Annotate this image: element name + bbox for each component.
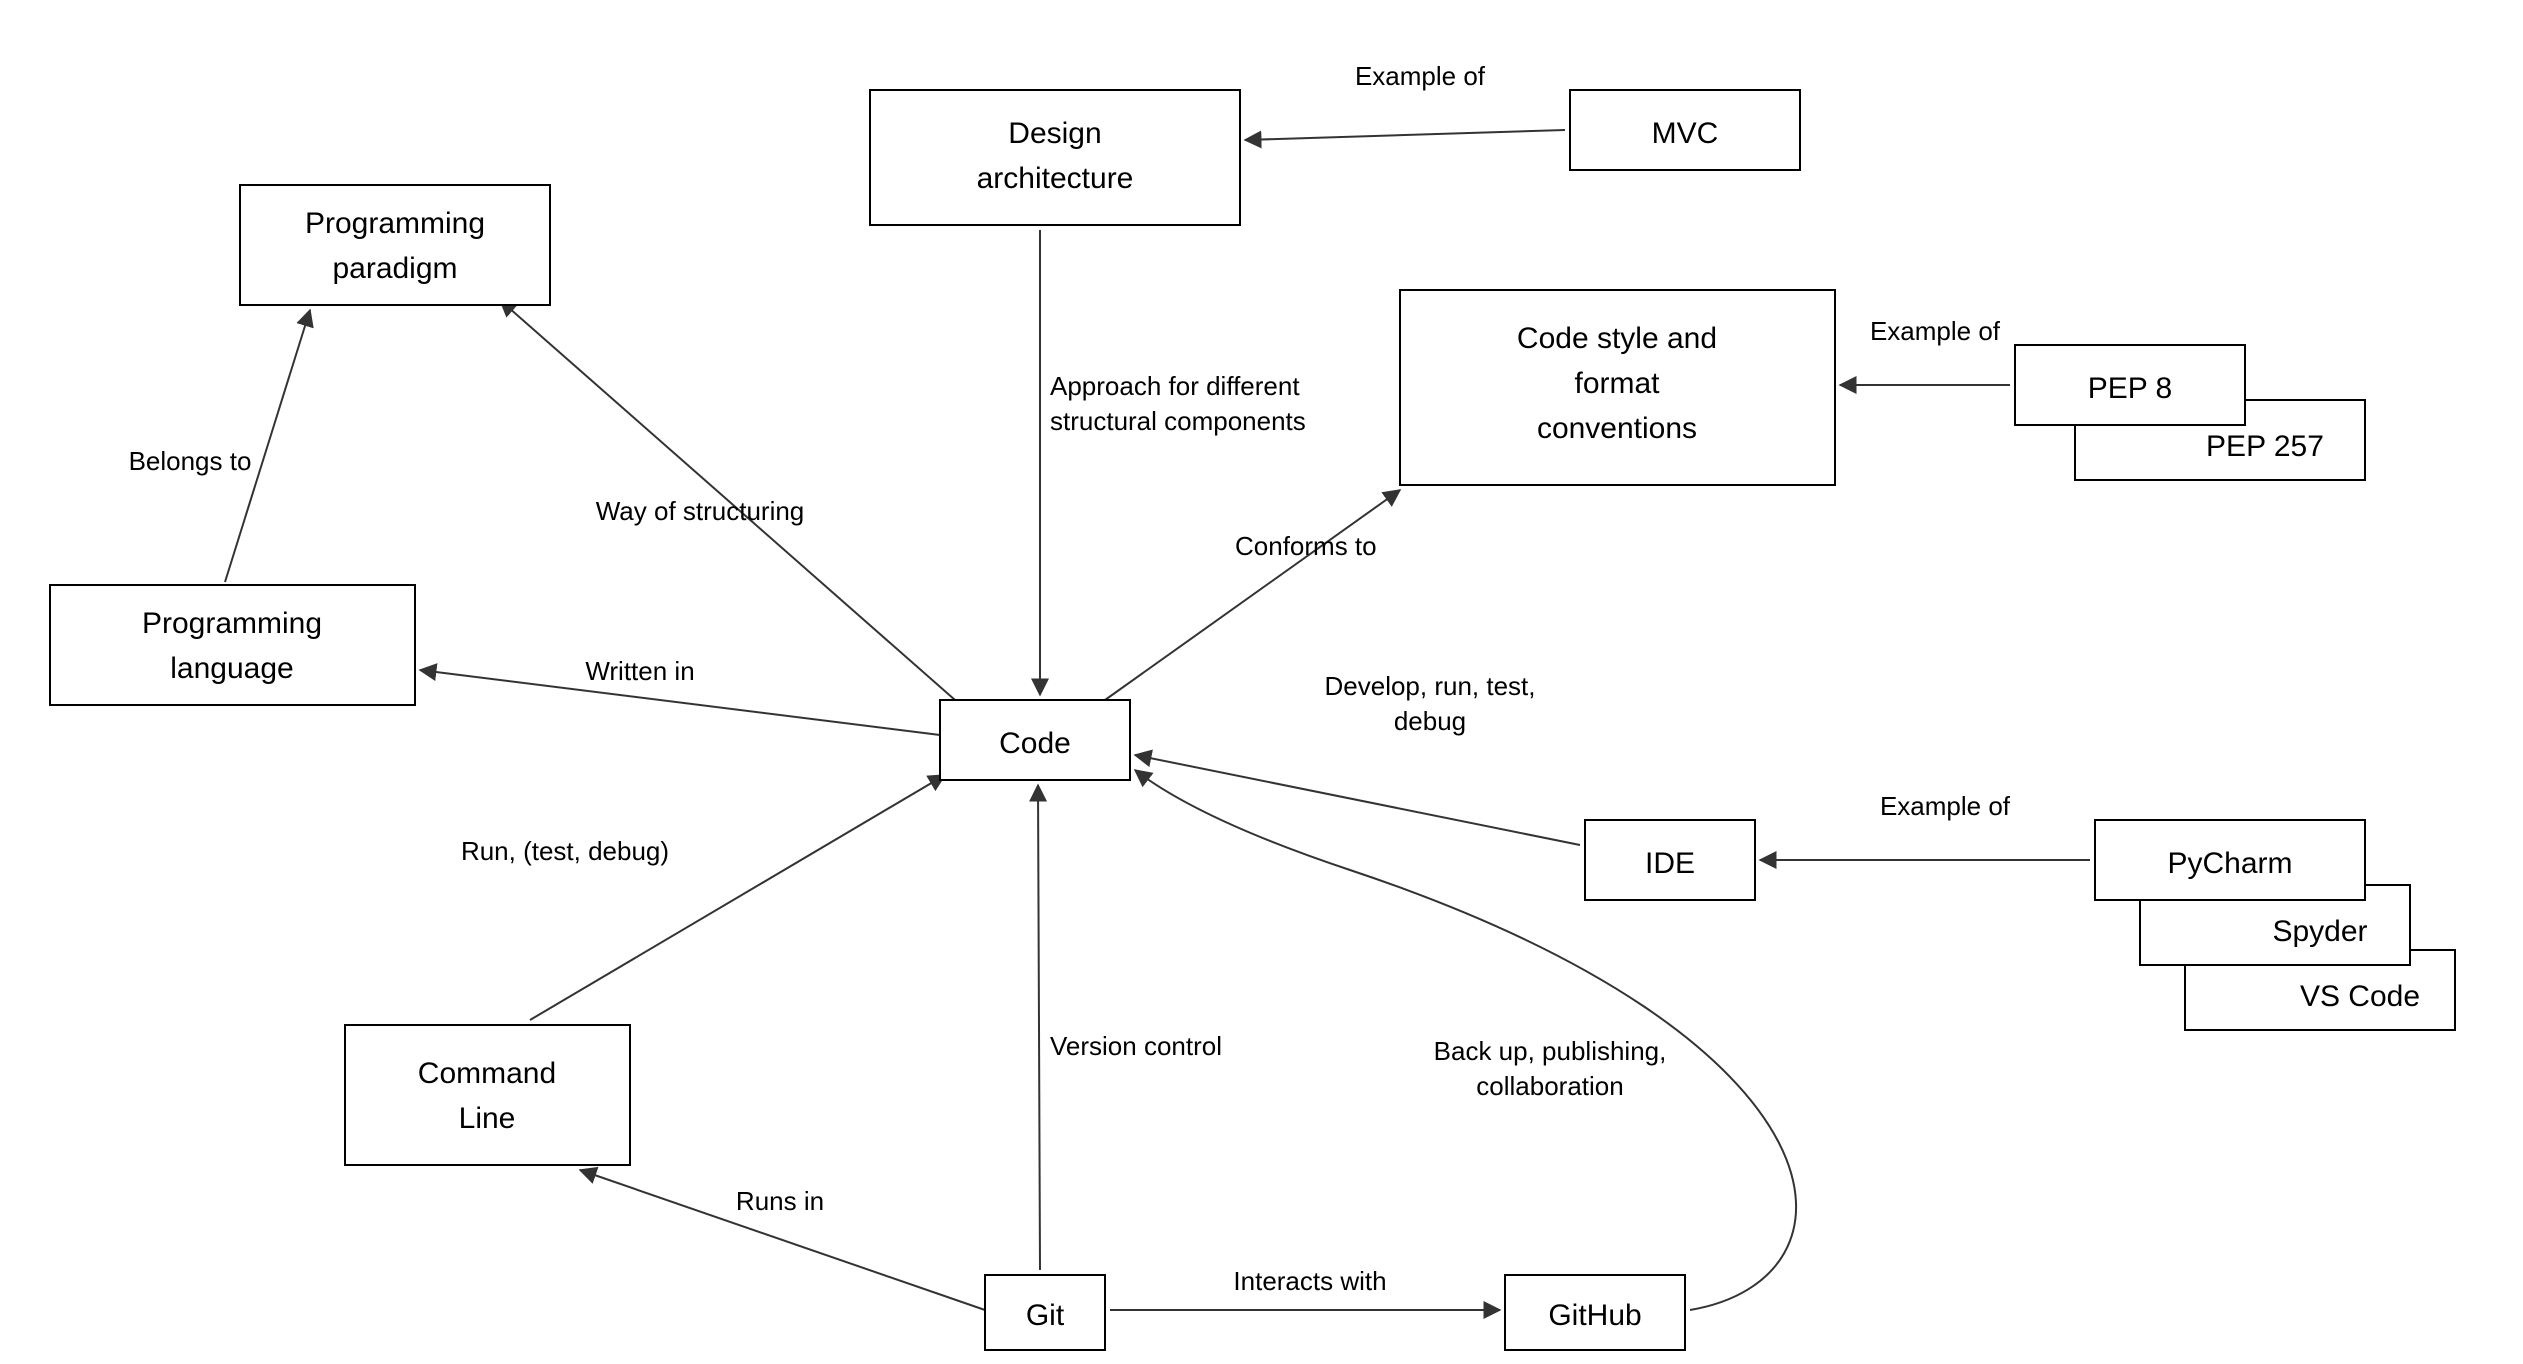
edge-interacts-with-label: Interacts with bbox=[1233, 1266, 1386, 1296]
edge-develop-label-1: Develop, run, test, bbox=[1325, 671, 1536, 701]
svg-text:Programming: Programming bbox=[305, 207, 485, 240]
svg-text:IDE: IDE bbox=[1645, 847, 1695, 880]
svg-text:VS Code: VS Code bbox=[2300, 980, 2420, 1013]
edge-approach-label-1: Approach for different bbox=[1050, 371, 1300, 401]
svg-text:PyCharm: PyCharm bbox=[2167, 847, 2292, 880]
edge-example-mvc bbox=[1245, 130, 1565, 140]
svg-text:MVC: MVC bbox=[1652, 117, 1719, 150]
edge-develop-label-2: debug bbox=[1394, 706, 1466, 736]
edge-conforms-to bbox=[1105, 490, 1400, 700]
node-git: Git bbox=[985, 1275, 1105, 1350]
edge-approach-label-2: structural components bbox=[1050, 406, 1306, 436]
edge-run-test-debug-label: Run, (test, debug) bbox=[461, 836, 669, 866]
edge-example-pep-label: Example of bbox=[1870, 316, 2001, 346]
edge-belongs-to-label: Belongs to bbox=[129, 446, 252, 476]
edge-backup-label-1: Back up, publishing, bbox=[1434, 1036, 1667, 1066]
edge-written-in-label: Written in bbox=[585, 656, 694, 686]
svg-text:Git: Git bbox=[1026, 1299, 1065, 1332]
svg-text:Programming: Programming bbox=[142, 607, 322, 640]
svg-text:paradigm: paradigm bbox=[332, 252, 457, 285]
svg-text:PEP 257: PEP 257 bbox=[2206, 430, 2324, 463]
node-mvc: MVC bbox=[1570, 90, 1800, 170]
svg-text:GitHub: GitHub bbox=[1548, 1299, 1641, 1332]
svg-text:architecture: architecture bbox=[977, 162, 1134, 195]
node-code: Code bbox=[940, 700, 1130, 780]
edge-develop bbox=[1135, 755, 1580, 845]
edge-way-of-structuring-label: Way of structuring bbox=[596, 496, 805, 526]
svg-text:Command: Command bbox=[418, 1057, 556, 1090]
edge-backup-label-2: collaboration bbox=[1476, 1071, 1623, 1101]
node-command-line: Command Line bbox=[345, 1025, 630, 1165]
svg-text:format: format bbox=[1574, 367, 1660, 400]
edge-runs-in-label: Runs in bbox=[736, 1186, 824, 1216]
edge-conforms-to-label: Conforms to bbox=[1235, 531, 1377, 561]
svg-text:Line: Line bbox=[459, 1102, 516, 1135]
concept-map: Belongs to Way of structuring Written in… bbox=[0, 0, 2523, 1364]
node-programming-paradigm: Programming paradigm bbox=[240, 185, 550, 305]
node-design-architecture: Design architecture bbox=[870, 90, 1240, 225]
edge-version-control bbox=[1038, 785, 1040, 1270]
svg-text:PEP 8: PEP 8 bbox=[2088, 372, 2173, 405]
svg-text:Code style and: Code style and bbox=[1517, 322, 1717, 355]
node-ide: IDE bbox=[1585, 820, 1755, 900]
svg-text:Design: Design bbox=[1008, 117, 1101, 150]
edge-version-control-label: Version control bbox=[1050, 1031, 1222, 1061]
svg-text:language: language bbox=[170, 652, 293, 685]
edge-run-test-debug bbox=[530, 775, 945, 1020]
node-ide-stack: VS Code Spyder PyCharm bbox=[2095, 820, 2455, 1030]
svg-text:Spyder: Spyder bbox=[2272, 915, 2367, 948]
svg-text:conventions: conventions bbox=[1537, 412, 1697, 445]
node-programming-language: Programming language bbox=[50, 585, 415, 705]
edge-example-mvc-label: Example of bbox=[1355, 61, 1486, 91]
node-pep-stack: PEP 257 PEP 8 bbox=[2015, 345, 2365, 480]
svg-text:Code: Code bbox=[999, 727, 1071, 760]
edge-example-ide-label: Example of bbox=[1880, 791, 2011, 821]
node-code-style: Code style and format conventions bbox=[1400, 290, 1835, 485]
node-github: GitHub bbox=[1505, 1275, 1685, 1350]
